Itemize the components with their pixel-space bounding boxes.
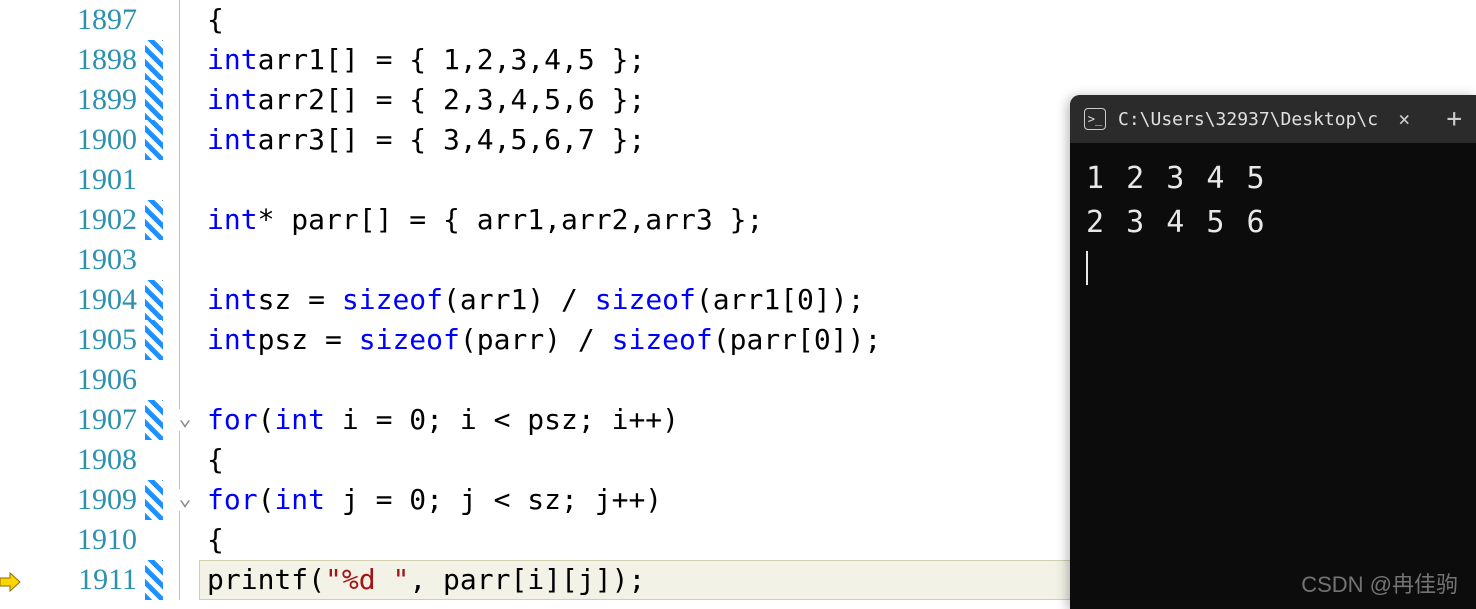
fold-cell [171, 360, 199, 400]
fold-cell [171, 520, 199, 560]
fold-chevron-icon[interactable]: ⌄ [178, 489, 191, 511]
change-marker [145, 240, 163, 280]
fold-cell [171, 40, 199, 80]
change-marker [145, 400, 163, 440]
change-marker [145, 440, 163, 480]
fold-cell [171, 200, 199, 240]
line-number: 1908 [0, 440, 145, 480]
line-number: 1911 [0, 560, 145, 600]
terminal-titlebar[interactable]: >_ C:\Users\32937\Desktop\code × + [1070, 95, 1476, 143]
change-indicator-column [145, 0, 171, 609]
change-marker [145, 560, 163, 600]
fold-cell [171, 440, 199, 480]
line-number: 1903 [0, 240, 145, 280]
change-marker [145, 320, 163, 360]
fold-cell [171, 320, 199, 360]
terminal-output-line: 1 2 3 4 5 [1086, 157, 1460, 201]
terminal-tab[interactable]: >_ C:\Users\32937\Desktop\code × [1070, 95, 1432, 143]
execution-arrow-icon [0, 568, 22, 592]
fold-cell [171, 560, 199, 600]
line-number: 1906 [0, 360, 145, 400]
tab-close-button[interactable]: × [1390, 103, 1418, 135]
fold-cell [171, 240, 199, 280]
change-marker [145, 120, 163, 160]
line-number: 1910 [0, 520, 145, 560]
fold-cell [171, 160, 199, 200]
terminal-tab-title: C:\Users\32937\Desktop\code [1118, 109, 1378, 130]
code-line[interactable]: { [199, 0, 1476, 40]
fold-cell [171, 120, 199, 160]
change-marker [145, 480, 163, 520]
line-number-gutter: 1897189818991900190119021903190419051906… [0, 0, 145, 609]
change-marker [145, 40, 163, 80]
line-number: 1901 [0, 160, 145, 200]
fold-cell [171, 80, 199, 120]
terminal-window[interactable]: >_ C:\Users\32937\Desktop\code × + 1 2 3… [1070, 95, 1476, 609]
line-number: 1907 [0, 400, 145, 440]
line-number: 1905 [0, 320, 145, 360]
line-number: 1909 [0, 480, 145, 520]
fold-cell [171, 0, 199, 40]
fold-column: ⌄⌄ [171, 0, 199, 609]
fold-cell[interactable]: ⌄ [171, 400, 199, 440]
change-marker [145, 520, 163, 560]
terminal-output: 1 2 3 4 52 3 4 5 6 [1070, 143, 1476, 303]
fold-cell[interactable]: ⌄ [171, 480, 199, 520]
change-marker [145, 200, 163, 240]
terminal-cursor [1086, 251, 1088, 285]
code-line[interactable]: int arr1[] = { 1,2,3,4,5 }; [199, 40, 1476, 80]
watermark-text: CSDN @冉佳驹 [1301, 567, 1458, 599]
line-number: 1899 [0, 80, 145, 120]
line-number: 1902 [0, 200, 145, 240]
change-marker [145, 280, 163, 320]
fold-chevron-icon[interactable]: ⌄ [178, 409, 191, 431]
line-number: 1898 [0, 40, 145, 80]
line-number: 1900 [0, 120, 145, 160]
terminal-output-line: 2 3 4 5 6 [1086, 201, 1460, 245]
line-number: 1897 [0, 0, 145, 40]
cmd-icon: >_ [1084, 108, 1106, 130]
new-tab-button[interactable]: + [1432, 104, 1476, 134]
change-marker [145, 160, 163, 200]
change-marker [145, 360, 163, 400]
change-marker [145, 80, 163, 120]
fold-cell [171, 280, 199, 320]
line-number: 1904 [0, 280, 145, 320]
change-marker [145, 0, 163, 40]
